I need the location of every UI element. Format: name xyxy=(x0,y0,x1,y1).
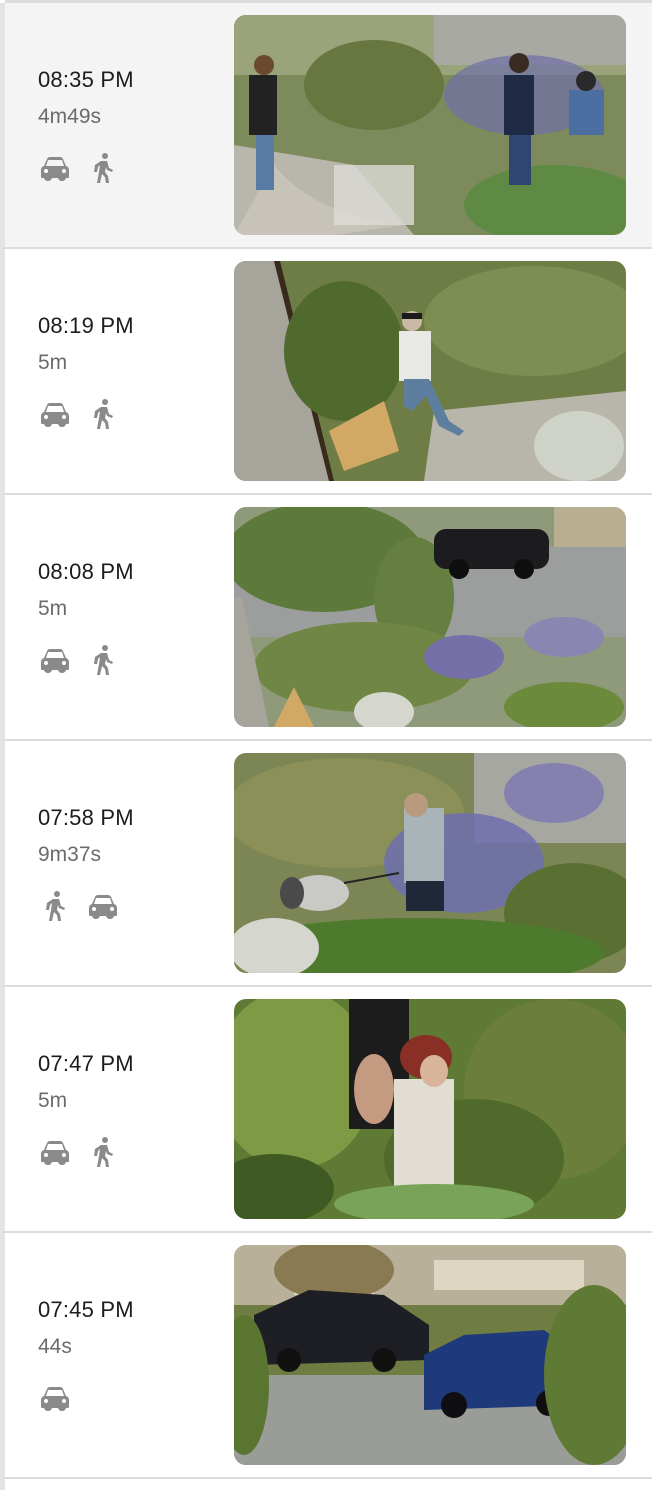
event-time: 08:19 PM xyxy=(38,313,134,338)
event-type-icons xyxy=(38,151,134,185)
event-row[interactable]: 07:45 PM 44s xyxy=(0,1233,652,1479)
person-walking-icon xyxy=(86,151,120,185)
event-type-icons xyxy=(38,889,134,923)
car-icon xyxy=(38,397,72,431)
event-type-icons xyxy=(38,643,134,677)
event-meta: 08:08 PM 5m xyxy=(38,495,228,739)
event-duration: 4m49s xyxy=(38,105,102,128)
event-thumbnail[interactable] xyxy=(234,261,626,481)
car-icon xyxy=(38,643,72,677)
event-meta: 08:19 PM 5m xyxy=(38,249,228,493)
event-duration: 5m xyxy=(38,1089,68,1112)
event-meta: 07:58 PM 9m37s xyxy=(38,741,228,985)
event-meta: 08:35 PM 4m49s xyxy=(38,3,228,247)
event-thumbnail[interactable] xyxy=(234,1245,626,1465)
event-type-icons xyxy=(38,1381,86,1415)
car-icon xyxy=(38,1135,72,1169)
event-row[interactable]: 08:08 PM 5m xyxy=(0,495,652,741)
event-duration: 5m xyxy=(38,597,68,620)
event-row[interactable]: 08:19 PM 5m xyxy=(0,249,652,495)
next-row-edge xyxy=(0,1478,652,1490)
event-time: 08:08 PM xyxy=(38,559,134,584)
event-row[interactable]: 08:35 PM 4m49s xyxy=(0,3,652,249)
event-time: 07:45 PM xyxy=(38,1297,134,1322)
event-type-icons xyxy=(38,1135,134,1169)
event-time: 07:47 PM xyxy=(38,1051,134,1076)
event-duration: 5m xyxy=(38,351,68,374)
event-type-icons xyxy=(38,397,134,431)
event-thumbnail[interactable] xyxy=(234,15,626,235)
event-time: 08:35 PM xyxy=(38,67,134,92)
event-duration: 9m37s xyxy=(38,843,102,866)
car-icon xyxy=(38,1381,72,1415)
car-icon xyxy=(38,151,72,185)
person-walking-icon xyxy=(86,643,120,677)
person-walking-icon xyxy=(86,1135,120,1169)
person-walking-icon xyxy=(38,889,72,923)
event-duration: 44s xyxy=(38,1335,72,1358)
car-icon xyxy=(86,889,120,923)
event-row[interactable]: 07:58 PM 9m37s xyxy=(0,741,652,987)
event-thumbnail[interactable] xyxy=(234,507,626,727)
event-row[interactable]: 07:47 PM 5m xyxy=(0,987,652,1233)
event-meta: 07:45 PM 44s xyxy=(38,1233,228,1477)
event-time: 07:58 PM xyxy=(38,805,134,830)
event-meta: 07:47 PM 5m xyxy=(38,987,228,1231)
event-list: 08:35 PM 4m49s 08:19 PM 5m 08:08 PM 5m 0… xyxy=(0,0,652,1479)
event-thumbnail[interactable] xyxy=(234,999,626,1219)
event-thumbnail[interactable] xyxy=(234,753,626,973)
person-walking-icon xyxy=(86,397,120,431)
